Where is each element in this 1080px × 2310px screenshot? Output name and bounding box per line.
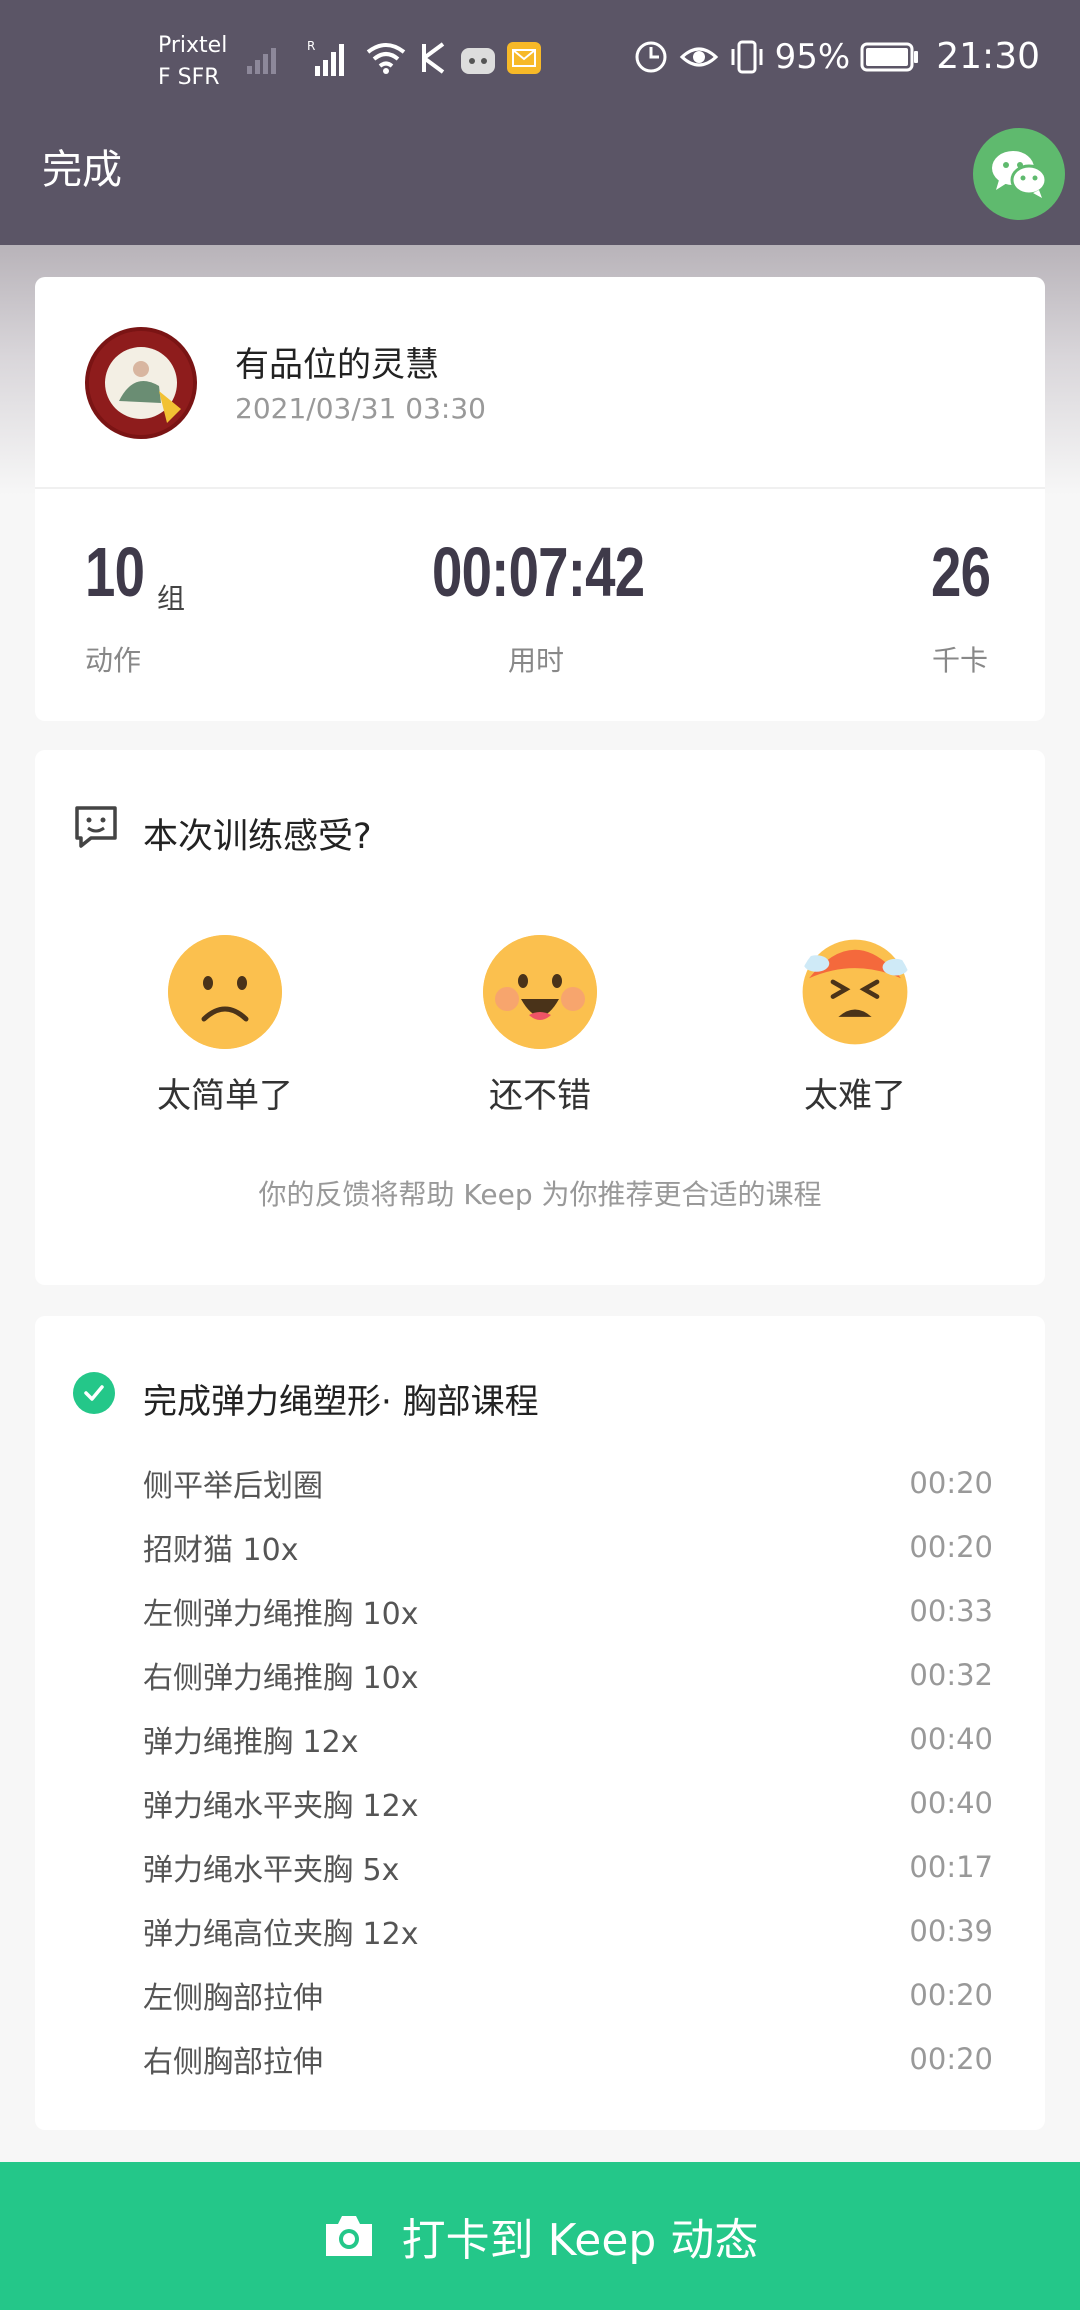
check-in-label: 打卡到 Keep 动态 [401, 2215, 759, 2266]
divider [35, 487, 1045, 489]
vibrate-icon [731, 40, 763, 73]
course-card: 完成弹力绳塑形· 胸部课程 侧平举后划圈 00:20 招财猫 10x 00:20 左… [35, 1316, 1045, 2130]
check-in-button[interactable]: 打卡到 Keep 动态 [0, 2162, 1080, 2310]
exercise-time: 00:20 [909, 1978, 993, 2012]
course-title: 完成弹力绳塑形· 胸部课程 [143, 1382, 539, 1422]
keep-icon [422, 42, 445, 74]
battery-percent: 95% [774, 36, 851, 77]
exercise-name: 弹力绳水平夹胸 5x [143, 1853, 400, 1888]
top-bar: 完成 [0, 125, 1080, 245]
avatar-image [89, 331, 193, 435]
feedback-option-ok-label: 还不错 [489, 1076, 591, 1116]
sweat-emoji-icon [802, 939, 909, 1045]
feedback-option-hard-label: 太难了 [804, 1076, 906, 1116]
avatar[interactable] [85, 327, 197, 439]
wechat-share-button[interactable] [973, 128, 1065, 220]
exercise-time: 00:32 [909, 1658, 993, 1692]
check-icon [73, 1372, 115, 1414]
exercise-row: 右侧弹力绳推胸 10x 00:32 [143, 1650, 993, 1700]
exercise-row: 右侧胸部拉伸 00:20 [143, 2034, 993, 2084]
smile-emoji-icon [483, 935, 597, 1049]
exercise-name: 弹力绳推胸 12x [143, 1725, 359, 1760]
exercise-name: 右侧胸部拉伸 [143, 2045, 323, 2080]
mail-icon [507, 42, 541, 74]
stat-duration-value: 00:07:42 [432, 533, 645, 611]
feedback-card: 本次训练感受? 太简单了 还不错 太难了 你的反馈将帮助 Keep 为你推荐更合… [35, 750, 1045, 1285]
exercise-name: 左侧胸部拉伸 [143, 1981, 323, 2016]
exercise-name: 侧平举后划圈 [143, 1469, 323, 1504]
exercise-name: 左侧弹力绳推胸 10x [143, 1597, 419, 1632]
exercise-row: 弹力绳推胸 12x 00:40 [143, 1714, 993, 1764]
exercise-row: 左侧弹力绳推胸 10x 00:33 [143, 1586, 993, 1636]
feedback-icon [75, 806, 117, 848]
workout-date: 2021/03/31 03:30 [235, 392, 486, 425]
exercise-row: 左侧胸部拉伸 00:20 [143, 1970, 993, 2020]
exercise-row: 招财猫 10x 00:20 [143, 1522, 993, 1572]
wechat-icon [992, 151, 1048, 198]
status-bar: Prixtel F SFR R 95% 21:30 [0, 0, 1080, 125]
exercise-name: 招财猫 10x [143, 1533, 299, 1568]
workout-summary-card: 有品位的灵慧 2021/03/31 03:30 10 组 动作 00:07:42… [35, 277, 1045, 721]
exercise-time: 00:33 [909, 1594, 993, 1628]
frown-emoji-icon [168, 935, 282, 1049]
data-saver-icon [635, 41, 667, 72]
svg-text:R: R [307, 39, 315, 53]
feedback-title: 本次训练感受? [143, 817, 372, 857]
camera-icon [325, 2216, 372, 2256]
stat-duration-label: 用时 [508, 644, 565, 677]
exercise-time: 00:20 [909, 1466, 993, 1500]
carrier-network: F SFR [158, 65, 220, 90]
exercise-row: 弹力绳水平夹胸 5x 00:17 [143, 1842, 993, 1892]
exercise-time: 00:20 [909, 2042, 993, 2076]
feedback-hint: 你的反馈将帮助 Keep 为你推荐更合适的课程 [258, 1178, 822, 1211]
status-icons-left: R [245, 38, 543, 78]
app-notification-icon [461, 48, 495, 74]
exercise-time: 00:17 [909, 1850, 993, 1884]
wifi-icon [366, 43, 406, 74]
stat-sets-label: 动作 [85, 644, 142, 677]
clock: 21:30 [936, 36, 1040, 77]
stat-sets-value: 10 [85, 533, 145, 611]
battery-icon [860, 42, 919, 71]
signal-icon [247, 48, 276, 74]
carrier-info: Prixtel F SFR [158, 30, 227, 94]
exercise-time: 00:40 [909, 1722, 993, 1756]
exercise-row: 弹力绳水平夹胸 12x 00:40 [143, 1778, 993, 1828]
stat-calories-value: 26 [931, 533, 991, 611]
feedback-option-easy-label: 太简单了 [157, 1076, 293, 1116]
exercise-name: 右侧弹力绳推胸 10x [143, 1661, 419, 1696]
eye-comfort-icon [679, 47, 718, 66]
exercise-name: 弹力绳水平夹胸 12x [143, 1789, 419, 1824]
exercise-name: 弹力绳高位夹胸 12x [143, 1917, 419, 1952]
exercise-time: 00:20 [909, 1530, 993, 1564]
done-button[interactable]: 完成 [42, 137, 122, 195]
exercise-time: 00:39 [909, 1914, 993, 1948]
stat-calories-label: 千卡 [932, 644, 989, 677]
exercise-time: 00:40 [909, 1786, 993, 1820]
status-icons-right: 95% 21:30 [633, 36, 1040, 77]
stat-sets-unit: 组 [157, 582, 186, 615]
carrier-name: Prixtel [158, 33, 228, 58]
exercise-row: 侧平举后划圈 00:20 [143, 1458, 993, 1508]
username: 有品位的灵慧 [235, 345, 439, 385]
exercise-row: 弹力绳高位夹胸 12x 00:39 [143, 1906, 993, 1956]
signal-roaming-icon: R [307, 39, 344, 76]
